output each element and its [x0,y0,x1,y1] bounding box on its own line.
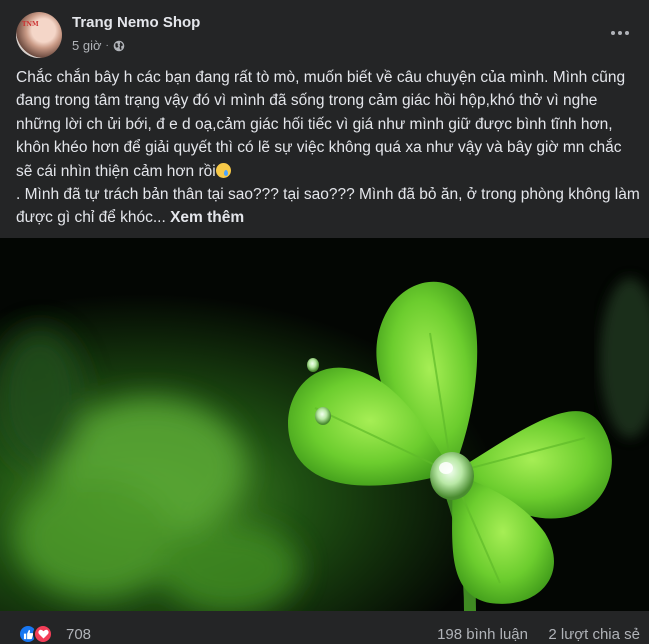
post-photo[interactable] [0,238,649,611]
post-text: Chắc chắn bây h các bạn đang rất tò mò, … [16,66,640,230]
more-dot-icon [625,31,629,35]
post-footer: 708 198 bình luận 2 lượt chia sẻ [16,622,640,644]
post-header: TNM Trang Nemo Shop 5 giờ · [16,12,638,58]
more-dot-icon [611,31,615,35]
author-name[interactable]: Trang Nemo Shop [72,14,200,31]
post-text-body-2: . Mình đã tự trách bản thân tại sao??? t… [16,186,640,227]
post-card: TNM Trang Nemo Shop 5 giờ · Chắc chắn bâ… [0,0,649,644]
shares-count[interactable]: 2 lượt chia sẻ [548,626,640,643]
globe-icon[interactable] [113,40,125,52]
reaction-count[interactable]: 708 [66,626,91,643]
post-text-paragraph-2: . Mình đã tự trách bản thân tại sao??? t… [16,183,640,230]
post-meta: 5 giờ · [72,38,125,53]
meta-separator: · [105,40,109,51]
avatar[interactable]: TNM [16,12,62,58]
see-more-link[interactable]: Xem thêm [170,209,244,226]
post-text-paragraph: Chắc chắn bây h các bạn đang rất tò mò, … [16,66,640,183]
clover-image [0,238,649,611]
avatar-badge: TNM [22,21,39,28]
post-time[interactable]: 5 giờ [72,38,102,53]
post-text-body: Chắc chắn bây h các bạn đang rất tò mò, … [16,69,626,180]
water-droplet [430,452,474,500]
love-icon [33,624,53,644]
more-options-button[interactable] [604,21,636,45]
sad-tear-emoji-icon [215,162,231,178]
comments-count[interactable]: 198 bình luận [437,626,528,643]
more-dot-icon [618,31,622,35]
reaction-icons[interactable] [18,624,58,644]
